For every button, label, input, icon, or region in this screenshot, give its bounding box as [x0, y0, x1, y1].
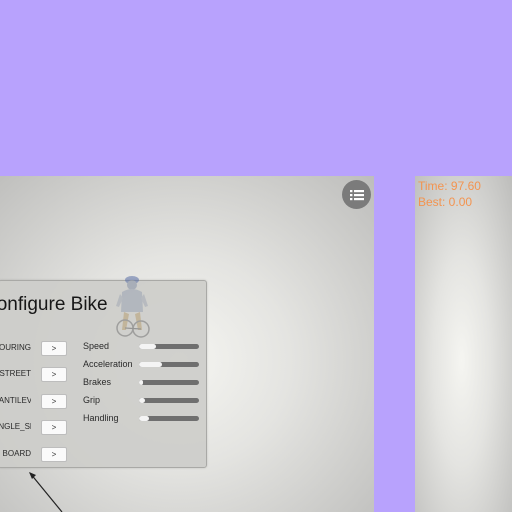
best-time-readout: Best: 0.00 [418, 195, 473, 209]
menu-button[interactable] [342, 180, 371, 209]
panel-title: Configure Bike [0, 294, 108, 315]
select-bike-button[interactable]: > [41, 341, 67, 356]
bike-label: BOARD [2, 449, 31, 458]
stat-label: Acceleration [83, 359, 133, 369]
select-bike-button[interactable]: > [41, 447, 67, 462]
bike-rider-figure [116, 276, 150, 338]
bike-label: ANGLE_SLO [0, 422, 31, 431]
stat-bar-fill [139, 398, 145, 403]
stat-bar-fill [139, 362, 162, 367]
stat-label: Grip [83, 395, 101, 405]
stat-bar [139, 362, 199, 367]
stat-label: Speed [83, 341, 110, 351]
select-bike-button[interactable]: > [41, 367, 67, 382]
stat-bar [139, 380, 199, 385]
bike-label: TOURING [0, 343, 31, 352]
game-view-left: Configure Bike TOURING > STREET > CANTIL… [0, 176, 374, 512]
stat-bar [139, 344, 199, 349]
bike-label: CANTILEVER [0, 396, 31, 405]
stat-bar-fill [139, 416, 149, 421]
stat-bar-fill [139, 380, 144, 385]
stat-bar [139, 416, 199, 421]
game-view-right [415, 176, 512, 512]
stat-label: Handling [83, 413, 119, 423]
time-readout: Time: 97.60 [418, 179, 481, 193]
select-bike-button[interactable]: > [41, 394, 67, 409]
stat-label: Brakes [83, 377, 112, 387]
configure-bike-panel: Configure Bike TOURING > STREET > CANTIL… [0, 280, 207, 468]
select-bike-button[interactable]: > [41, 420, 67, 435]
arrow-pointer [29, 472, 63, 512]
list-menu-icon [349, 189, 364, 200]
stat-bar [139, 398, 199, 403]
stat-bar-fill [139, 344, 156, 349]
bike-label: STREET [0, 369, 31, 378]
